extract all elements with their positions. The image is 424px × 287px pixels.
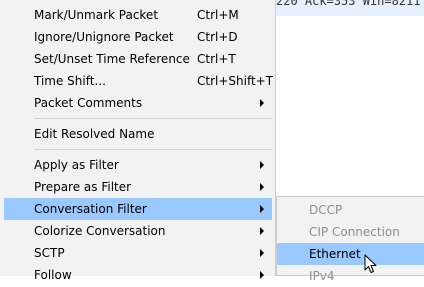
packet-list-row[interactable]: 220 Ack=353 Win=8211 — [276, 0, 424, 16]
menu-separator — [34, 149, 272, 150]
chevron-right-icon — [260, 227, 264, 235]
menu-item-follow[interactable]: Follow — [4, 264, 272, 286]
menu-separator — [34, 118, 272, 119]
menu-item-conversation-filter[interactable]: Conversation Filter — [4, 198, 272, 220]
menu-item-sctp[interactable]: SCTP — [4, 242, 272, 264]
shortcut-label: Ctrl+Shift+T — [197, 74, 274, 88]
shortcut-label: Ctrl+D — [197, 30, 238, 44]
chevron-right-icon — [260, 183, 264, 191]
chevron-right-icon — [260, 249, 264, 257]
packet-info-text: 220 Ack=353 Win=8211 — [276, 0, 421, 8]
menu-item-mark-unmark-packet[interactable]: Mark/Unmark Packet Ctrl+M — [4, 4, 272, 26]
submenu-item-ipv4[interactable]: IPv4 — [277, 265, 424, 287]
mouse-pointer-icon — [364, 254, 377, 273]
menu-item-edit-resolved-name[interactable]: Edit Resolved Name — [4, 123, 272, 145]
chevron-right-icon — [260, 271, 264, 279]
chevron-right-icon — [260, 205, 264, 213]
menu-item-ignore-unignore-packet[interactable]: Ignore/Unignore Packet Ctrl+D — [4, 26, 272, 48]
menu-item-set-unset-time-reference[interactable]: Set/Unset Time Reference Ctrl+T — [4, 48, 272, 70]
menu-item-packet-comments[interactable]: Packet Comments — [4, 92, 272, 114]
menu-item-time-shift[interactable]: Time Shift... Ctrl+Shift+T — [4, 70, 274, 92]
menu-item-prepare-as-filter[interactable]: Prepare as Filter — [4, 176, 272, 198]
chevron-right-icon — [260, 161, 264, 169]
submenu-item-ethernet[interactable]: Ethernet — [277, 243, 424, 265]
context-menu: Mark/Unmark Packet Ctrl+M Ignore/Unignor… — [0, 0, 276, 282]
chevron-right-icon — [260, 99, 264, 107]
submenu-item-cip-connection[interactable]: CIP Connection — [277, 221, 424, 243]
shortcut-label: Ctrl+T — [197, 52, 236, 66]
submenu-item-dccp[interactable]: DCCP — [277, 199, 424, 221]
menu-item-apply-as-filter[interactable]: Apply as Filter — [4, 154, 272, 176]
conversation-filter-submenu: DCCP CIP Connection Ethernet IPv4 — [276, 196, 424, 283]
menu-item-colorize-conversation[interactable]: Colorize Conversation — [4, 220, 272, 242]
shortcut-label: Ctrl+M — [197, 8, 239, 22]
